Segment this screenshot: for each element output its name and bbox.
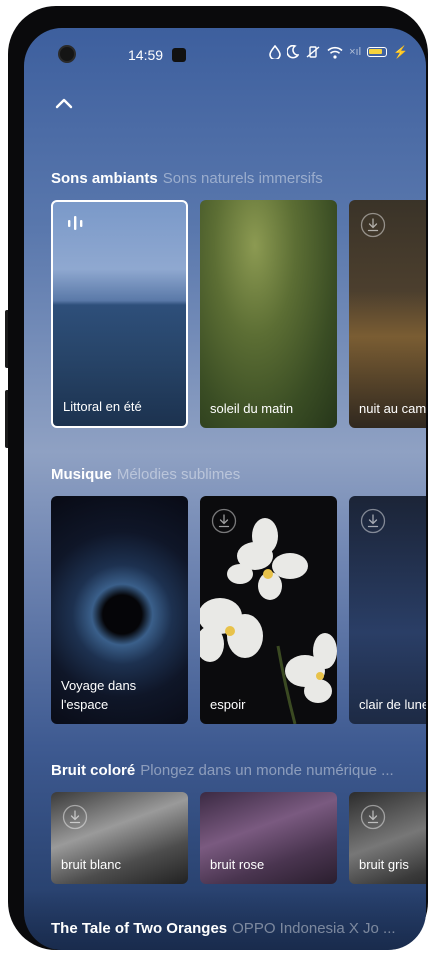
section-subtitle: Sons naturels immersifs xyxy=(162,170,323,187)
phone-frame: 14:59 ×ıl ⚡ Sons ambiants Sons naturels i… xyxy=(8,6,428,950)
section-header-music: Musique Mélodies sublimes xyxy=(51,466,421,483)
card-voyage-dans-l-espace[interactable]: Voyage dans l'espace xyxy=(51,496,188,724)
card-nuit-au-camp[interactable]: nuit au camp xyxy=(349,200,426,428)
card-label: bruit blanc xyxy=(61,857,121,872)
card-clair-de-lune[interactable]: clair de lune xyxy=(349,496,426,724)
card-label: Littoral en été xyxy=(63,399,142,414)
card-bruit-gris[interactable]: bruit gris xyxy=(349,792,426,884)
card-espoir[interactable]: espoir xyxy=(200,496,337,724)
section-subtitle: Mélodies sublimes xyxy=(116,466,241,483)
download-icon[interactable] xyxy=(62,804,88,830)
screen: 14:59 ×ıl ⚡ Sons ambiants Sons naturels i… xyxy=(24,28,426,950)
card-bruit-blanc[interactable]: bruit blanc xyxy=(51,792,188,884)
card-label: Voyage dans l'espace xyxy=(61,678,137,712)
battery-icon xyxy=(367,47,388,57)
status-time: 14:59 xyxy=(128,47,164,63)
section-title: The Tale of Two Oranges xyxy=(51,920,228,937)
vibrate-mute-icon xyxy=(306,46,320,58)
card-soleil-du-matin[interactable]: soleil du matin xyxy=(200,200,337,428)
do-not-disturb-moon-icon xyxy=(287,45,300,59)
card-label: nuit au camp xyxy=(359,401,426,416)
data-saver-icon xyxy=(269,45,281,59)
download-icon[interactable] xyxy=(360,804,386,830)
front-camera xyxy=(58,45,76,63)
status-icons: ×ıl ⚡ xyxy=(269,45,408,59)
section-subtitle: Plongez dans un monde numérique ... xyxy=(140,762,394,779)
section-subtitle: OPPO Indonesia X Jo ... xyxy=(232,920,396,937)
card-bruit-rose[interactable]: bruit rose xyxy=(200,792,337,884)
section-header-colored-noise: Bruit coloré Plongez dans un monde numéri… xyxy=(51,762,421,779)
download-icon[interactable] xyxy=(211,508,237,534)
cellular-signal-icon: ×ıl xyxy=(349,46,362,58)
section-header-tale: The Tale of Two Oranges OPPO Indonesia X … xyxy=(51,920,421,937)
card-label: soleil du matin xyxy=(210,401,294,416)
wifi-icon xyxy=(327,46,343,59)
section-title: Sons ambiants xyxy=(51,170,158,187)
section-title: Musique xyxy=(51,466,112,483)
card-label: bruit rose xyxy=(210,857,265,872)
collapse-chevron-up-icon[interactable] xyxy=(52,92,76,116)
section-header-ambient: Sons ambiants Sons naturels immersifs xyxy=(51,170,421,187)
download-icon[interactable] xyxy=(360,212,386,238)
status-bar: 14:59 ×ıl ⚡ xyxy=(24,28,426,76)
card-littoral-en-ete[interactable]: Littoral en été xyxy=(51,200,188,428)
playing-bars-icon xyxy=(68,216,83,230)
card-label: clair de lune xyxy=(359,697,426,712)
card-label: bruit gris xyxy=(359,857,409,872)
card-label: espoir xyxy=(210,697,246,712)
download-icon[interactable] xyxy=(360,508,386,534)
charging-icon: ⚡ xyxy=(393,45,408,59)
section-title: Bruit coloré xyxy=(51,762,136,779)
notification-app-icon xyxy=(172,48,186,62)
